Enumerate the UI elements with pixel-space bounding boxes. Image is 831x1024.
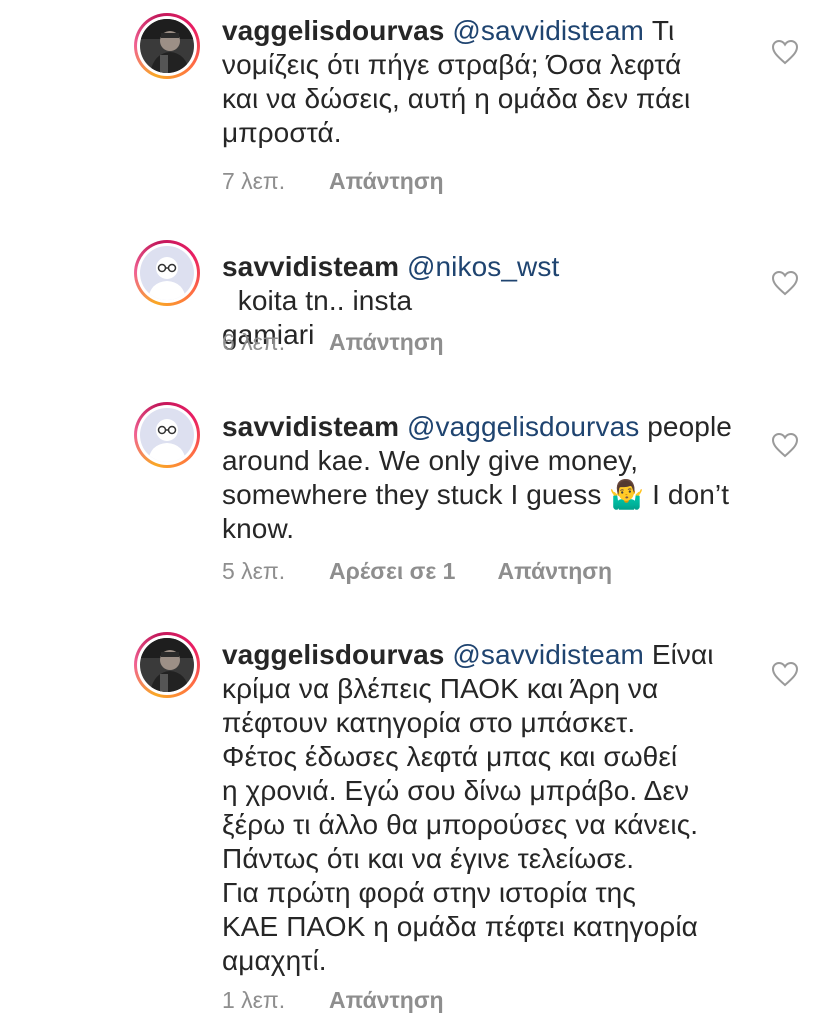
comment-body-line: αμαχητί.	[222, 945, 327, 976]
comment-body-line: νομίζεις ότι πήγε στραβά; Όσα λεφτά	[222, 49, 682, 80]
avatar[interactable]	[134, 632, 200, 698]
reply-button[interactable]: Απάντηση	[329, 328, 444, 356]
comment-meta: 7 λεπ. Απάντηση	[222, 167, 444, 195]
comment-text: vaggelisdourvas @savvidisteam Τι νομίζει…	[222, 14, 742, 150]
avatar[interactable]	[134, 13, 200, 79]
comment-meta: 6 λεπ. Απάντηση	[222, 328, 444, 356]
comment-text: savvidisteam @vaggelisdourvas people aro…	[222, 410, 742, 546]
comment-body-line: around kae. We only give money,	[222, 445, 639, 476]
comment-body-line: know.	[222, 513, 295, 544]
comment-mention[interactable]: @nikos_wst	[407, 251, 559, 282]
default-avatar-glasses-icon	[140, 408, 194, 462]
comment-meta: 1 λεπ. Απάντηση	[222, 986, 444, 1014]
profile-photo-icon	[140, 19, 194, 73]
comment-username[interactable]: vaggelisdourvas	[222, 639, 444, 670]
comment-username[interactable]: savvidisteam	[222, 251, 399, 282]
comment-body-line: η χρονιά. Εγώ σου δίνω μπράβο. Δεν	[222, 775, 690, 806]
comment-body-line: Πάντως ότι και να έγινε τελείωσε.	[222, 843, 635, 874]
comment-body-line: people	[647, 411, 732, 442]
reply-button[interactable]: Απάντηση	[329, 986, 444, 1014]
comment-mention[interactable]: @savvidisteam	[452, 639, 644, 670]
likes-count-button[interactable]: Αρέσει σε 1	[329, 557, 455, 585]
comment-body-line: Για πρώτη φορά στην ιστορία της	[222, 877, 636, 908]
comment-timestamp: 6 λεπ.	[222, 329, 286, 355]
comment-body-line: πέφτουν κατηγορία στο μπάσκετ.	[222, 707, 636, 738]
comment-body-line: κρίμα να βλέπεις ΠΑΟΚ και Άρη να	[222, 673, 659, 704]
comment-body-line: Είναι	[651, 639, 714, 670]
comment-timestamp: 5 λεπ.	[222, 558, 286, 584]
heart-outline-icon[interactable]	[771, 270, 799, 296]
comment-body-line: και να δώσεις, αυτή η ομάδα δεν πάει	[222, 83, 691, 114]
comment-body-line: Τι	[651, 15, 675, 46]
comment-body-line: somewhere they stuck I guess 🤷‍♂️ I don’…	[222, 479, 730, 510]
comment-body-line: Φέτος έδωσες λεφτά μπας και σωθεί	[222, 741, 678, 772]
avatar[interactable]	[134, 402, 200, 468]
comment-timestamp: 1 λεπ.	[222, 987, 286, 1013]
comment-body-line: ΚΑΕ ΠΑΟΚ η ομάδα πέφτει κατηγορία	[222, 911, 698, 942]
heart-outline-icon[interactable]	[771, 432, 799, 458]
comment-body-line: μπροστά.	[222, 117, 342, 148]
default-avatar-glasses-icon	[140, 246, 194, 300]
heart-outline-icon[interactable]	[771, 661, 799, 687]
profile-photo-icon	[140, 638, 194, 692]
reply-button[interactable]: Απάντηση	[329, 167, 444, 195]
avatar[interactable]	[134, 240, 200, 306]
comment-mention[interactable]: @vaggelisdourvas	[407, 411, 639, 442]
reply-button[interactable]: Απάντηση	[497, 557, 612, 585]
comment-body-line: ξέρω τι άλλο θα μπορούσες να κάνεις.	[222, 809, 699, 840]
comment-username[interactable]: savvidisteam	[222, 411, 399, 442]
comment-meta: 5 λεπ. Αρέσει σε 1 Απάντηση	[222, 557, 612, 585]
comment-text: vaggelisdourvas @savvidisteam Είναι κρίμ…	[222, 638, 742, 978]
comment-mention[interactable]: @savvidisteam	[452, 15, 644, 46]
comment-username[interactable]: vaggelisdourvas	[222, 15, 444, 46]
comment-timestamp: 7 λεπ.	[222, 168, 286, 194]
heart-outline-icon[interactable]	[771, 39, 799, 65]
comment-body-line: koita tn.. insta	[222, 285, 413, 316]
